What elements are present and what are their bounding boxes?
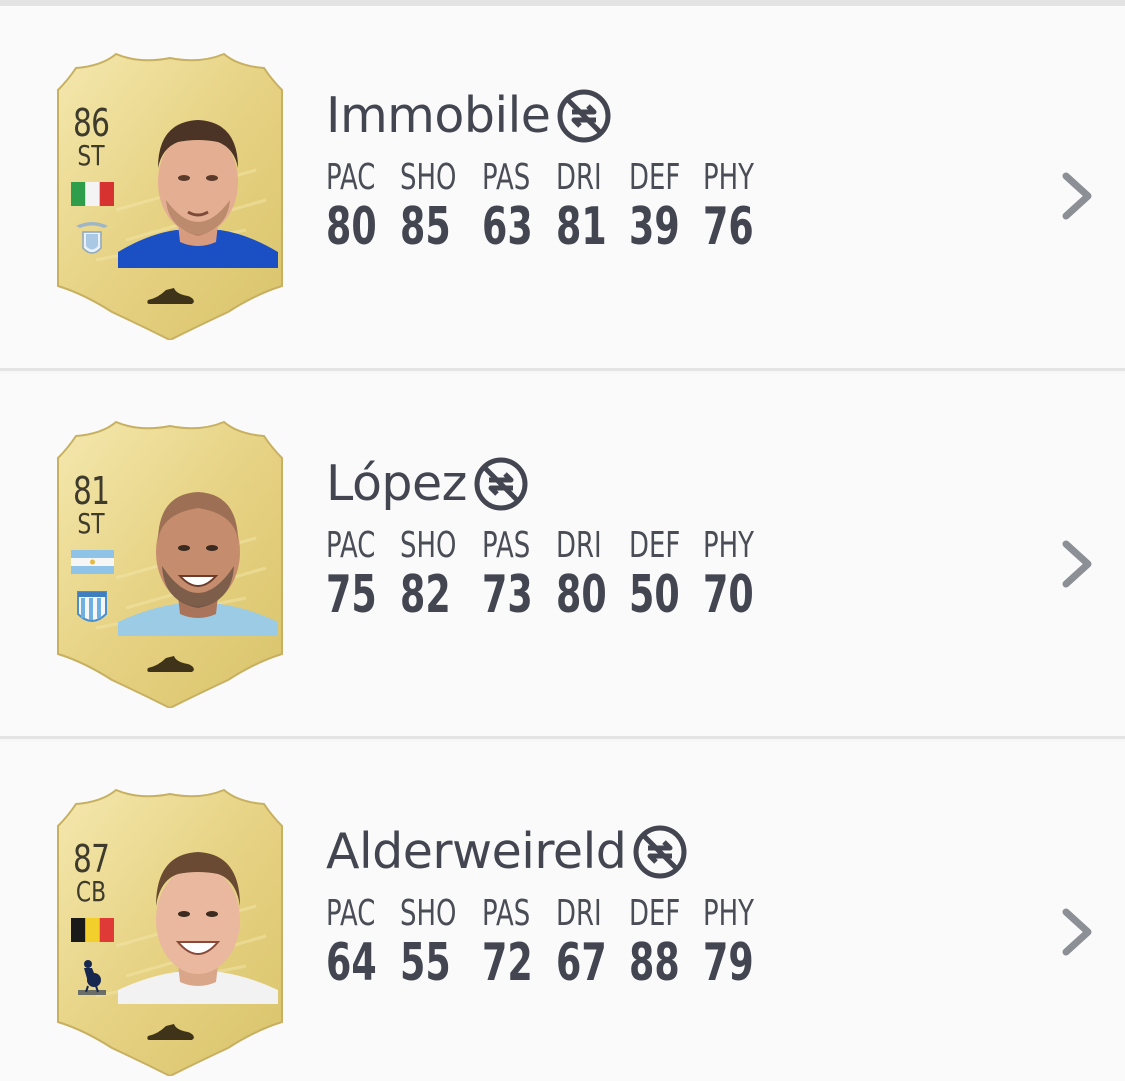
- stat-label: DEF: [629, 893, 681, 934]
- stat-label: PAC: [326, 157, 376, 198]
- player-card[interactable]: 87 CB: [56, 786, 284, 1076]
- player-info: Immobile PAC 80 SHO 85 PAS 63 DRI 81 DEF 39 P…: [326, 86, 926, 256]
- stat-label: DRI: [556, 157, 602, 198]
- stat-label: DEF: [629, 525, 681, 566]
- stat-value: 73: [482, 565, 533, 625]
- stat-value: 50: [629, 565, 680, 625]
- player-info: Alderweireld PAC 64 SHO 55 PAS 72 DRI 67 DEF…: [326, 822, 926, 992]
- stat-value: 76: [703, 197, 754, 257]
- chevron-right-icon[interactable]: [1058, 904, 1098, 960]
- untradeable-icon: [474, 457, 528, 511]
- stat-label: PHY: [703, 893, 754, 934]
- player-name: Alderweireld: [326, 823, 627, 880]
- stat-label: PHY: [703, 525, 754, 566]
- stat-value: 63: [482, 197, 533, 257]
- untradeable-icon: [557, 89, 611, 143]
- argentina-flag-icon: [71, 550, 114, 574]
- boot-icon: [147, 288, 194, 304]
- chevron-right-icon[interactable]: [1058, 168, 1098, 224]
- stat-label: PAS: [482, 157, 531, 198]
- player-row[interactable]: 81 ST ★: [0, 374, 1125, 739]
- player-name: López: [326, 455, 467, 512]
- stat-value: 72: [482, 933, 533, 993]
- racing-club-crest-icon: ★: [77, 591, 107, 622]
- lazio-crest-icon: [76, 222, 108, 254]
- player-name: Immobile: [326, 87, 551, 144]
- stat-label: SHO: [400, 157, 457, 198]
- stat-value: 67: [556, 933, 607, 993]
- stat-label: PAC: [326, 893, 376, 934]
- boot-icon: [147, 656, 194, 672]
- stat-label: PAC: [326, 525, 376, 566]
- stat-value: 75: [326, 565, 377, 625]
- stat-value: 39: [629, 197, 680, 257]
- stat-label: SHO: [400, 893, 457, 934]
- player-rating: 81: [73, 469, 110, 513]
- italy-flag-icon: [71, 182, 114, 206]
- stat-value: 80: [326, 197, 377, 257]
- stat-value: 70: [703, 565, 754, 625]
- chevron-right-icon[interactable]: [1058, 536, 1098, 592]
- player-card[interactable]: 86 ST: [56, 50, 284, 340]
- stat-value: 80: [556, 565, 607, 625]
- stat-value: 64: [326, 933, 377, 993]
- player-rating: 86: [73, 101, 110, 145]
- player-stats: PAC 75 SHO 82 PAS 73 DRI 80 DEF 50 PHY 70: [326, 525, 926, 625]
- stat-label: PHY: [703, 157, 754, 198]
- stat-value: 81: [556, 197, 607, 257]
- player-stats: PAC 64 SHO 55 PAS 72 DRI 67 DEF 88 PHY 79: [326, 893, 926, 993]
- player-rating: 87: [73, 837, 110, 881]
- stat-label: DEF: [629, 157, 681, 198]
- stat-value: 82: [400, 565, 451, 625]
- player-photo: [118, 492, 278, 636]
- player-row[interactable]: 86 ST Immobile PAC 80 SHO 85 PAS 63 DRI …: [0, 6, 1125, 371]
- player-photo: [118, 852, 278, 1004]
- stat-value: 55: [400, 933, 451, 993]
- stat-label: DRI: [556, 525, 602, 566]
- player-position: ST: [77, 139, 105, 172]
- player-stats: PAC 80 SHO 85 PAS 63 DRI 81 DEF 39 PHY 76: [326, 157, 926, 257]
- stat-value: 79: [703, 933, 754, 993]
- player-position: CB: [75, 875, 107, 908]
- stat-value: 88: [629, 933, 680, 993]
- player-photo: [118, 120, 278, 268]
- player-info: López PAC 75 SHO 82 PAS 73 DRI 80 DEF 50 PHY 7…: [326, 454, 926, 624]
- stat-label: DRI: [556, 893, 602, 934]
- stat-label: PAS: [482, 893, 531, 934]
- untradeable-icon: [633, 825, 687, 879]
- player-row[interactable]: 87 CB Alderweireld PAC 64 SHO 55 PAS 72 …: [0, 742, 1125, 1081]
- tottenham-crest-icon: [78, 960, 106, 995]
- boot-icon: [147, 1024, 194, 1040]
- player-position: ST: [77, 507, 105, 540]
- stat-label: PAS: [482, 525, 531, 566]
- stat-value: 85: [400, 197, 451, 257]
- belgium-flag-icon: [71, 918, 114, 942]
- stat-label: SHO: [400, 525, 457, 566]
- player-card[interactable]: 81 ST ★: [56, 418, 284, 708]
